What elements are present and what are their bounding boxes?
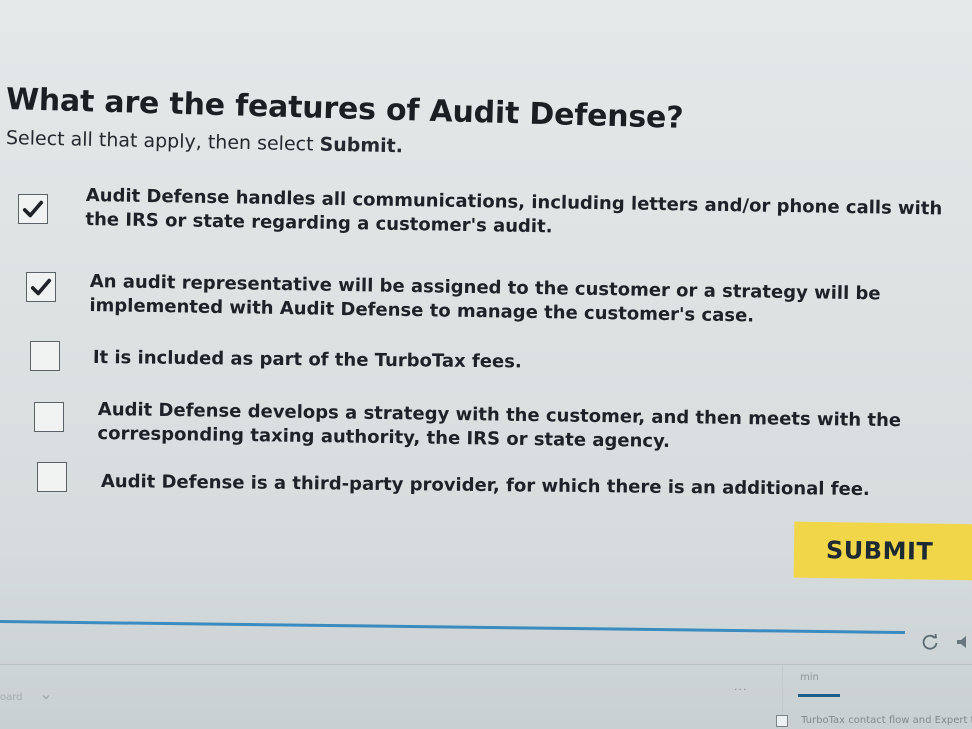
contact-flow-item[interactable]: TurboTax contact flow and Expert too	[776, 710, 972, 729]
option-checkbox[interactable]	[30, 341, 60, 371]
instruction-text: Select all that apply, then select Submi…	[6, 127, 403, 157]
contact-flow-label: TurboTax contact flow and Expert too	[801, 715, 972, 726]
option-audit-representative[interactable]: An audit representative will be assigned…	[0, 262, 960, 326]
option-label: Audit Defense develops a strategy with t…	[97, 398, 902, 452]
tab-min-underline	[798, 694, 840, 697]
instruction-prefix: Select all that apply, then select	[5, 127, 320, 156]
more-icon[interactable]: ...	[734, 680, 748, 693]
instruction-submit-word: Submit.	[319, 133, 404, 158]
submit-button[interactable]: SUBMIT	[793, 521, 972, 581]
option-handles-communications[interactable]: Audit Defense handles all communications…	[0, 180, 960, 240]
question-title: What are the features of Audit Defense?	[5, 82, 684, 136]
tab-min[interactable]: min	[800, 672, 819, 683]
audit-defense-quiz: What are the features of Audit Defense? …	[0, 0, 972, 610]
option-label: Audit Defense is a third-party provider,…	[100, 470, 870, 501]
chevron-down-icon	[42, 695, 50, 700]
bottom-toolbar: oard ... min TurboTax contact flow and E…	[0, 628, 972, 729]
checkmark-icon	[22, 200, 44, 218]
option-label: It is included as part of the TurboTax f…	[92, 346, 522, 373]
toolbar-divider	[0, 664, 972, 665]
contact-flow-checkbox[interactable]	[776, 714, 788, 727]
option-third-party-provider[interactable]: Audit Defense is a third-party provider,…	[0, 458, 960, 502]
board-label: oard	[0, 692, 23, 703]
option-checkbox[interactable]	[37, 462, 67, 492]
volume-icon[interactable]	[954, 632, 972, 652]
option-checkbox[interactable]	[26, 272, 56, 302]
option-develops-strategy[interactable]: Audit Defense develops a strategy with t…	[0, 394, 960, 454]
option-checkbox[interactable]	[18, 194, 48, 224]
option-label: An audit representative will be assigned…	[89, 270, 881, 327]
option-label: Audit Defense handles all communications…	[85, 184, 943, 238]
checkmark-icon	[30, 278, 52, 296]
board-dropdown[interactable]: oard	[0, 692, 50, 703]
option-included-in-fees[interactable]: It is included as part of the TurboTax f…	[0, 338, 960, 378]
refresh-icon[interactable]	[920, 632, 940, 652]
option-checkbox[interactable]	[34, 402, 64, 432]
